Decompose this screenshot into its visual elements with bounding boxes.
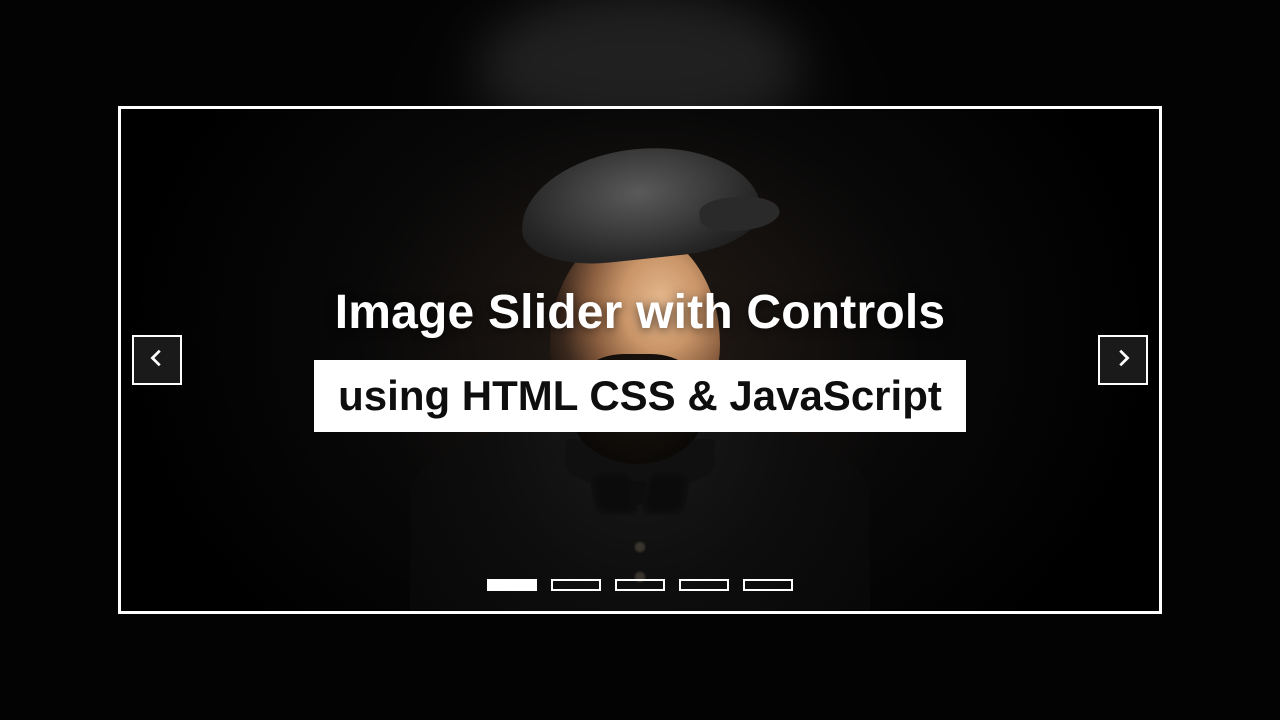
slide-indicator-4[interactable] — [679, 579, 729, 591]
chevron-left-icon — [146, 347, 168, 374]
slide-subtitle: using HTML CSS & JavaScript — [314, 360, 966, 432]
slider-frame: Image Slider with Controls using HTML CS… — [118, 106, 1162, 614]
slide-indicators — [121, 579, 1159, 591]
chevron-right-icon — [1112, 347, 1134, 374]
slide-indicator-2[interactable] — [551, 579, 601, 591]
portrait-button — [634, 541, 646, 553]
slide-indicator-5[interactable] — [743, 579, 793, 591]
slide-indicator-1[interactable] — [487, 579, 537, 591]
portrait-cap — [515, 137, 765, 271]
next-button[interactable] — [1098, 335, 1148, 385]
slide-indicator-3[interactable] — [615, 579, 665, 591]
slide-caption: Image Slider with Controls using HTML CS… — [121, 285, 1159, 432]
prev-button[interactable] — [132, 335, 182, 385]
slide-title: Image Slider with Controls — [335, 285, 946, 340]
